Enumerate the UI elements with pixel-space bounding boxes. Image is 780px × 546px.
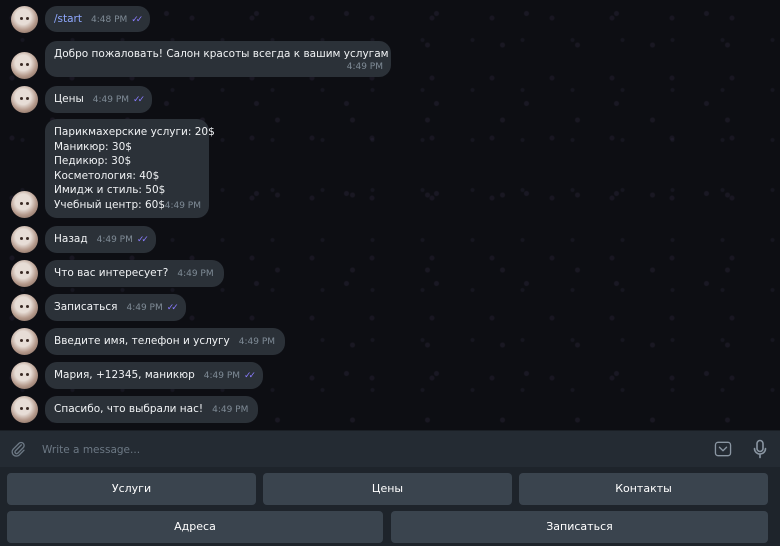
read-check-icon: ✓✓ — [136, 235, 149, 245]
message-time: 4:49 PM — [92, 95, 130, 105]
bot-avatar[interactable] — [11, 191, 38, 218]
message-text: Что вас интересует? — [54, 267, 169, 279]
microphone-icon[interactable] — [752, 439, 768, 459]
price-line: Маникюр: 30$ — [54, 140, 132, 153]
message-meta: 4:48 PM ✓✓ — [91, 13, 143, 28]
message-meta: 4:49 PM ✓✓ — [96, 233, 149, 248]
message-text: Назад — [54, 233, 88, 245]
message-time: 4:49 PM — [126, 303, 163, 313]
keyboard-button-services[interactable]: Услуги — [7, 473, 256, 505]
message-time: 4:49 PM — [203, 371, 241, 381]
message-bubble[interactable]: Цены 4:49 PM ✓✓ — [45, 86, 153, 113]
keyboard-button-prices[interactable]: Цены — [263, 473, 512, 505]
bot-avatar[interactable] — [11, 396, 38, 423]
message-text: Спасибо, что выбрали нас! — [54, 403, 204, 415]
bot-avatar[interactable] — [11, 328, 38, 355]
user-avatar[interactable] — [11, 226, 38, 253]
message-text: Цены — [54, 93, 84, 105]
read-check-icon: ✓✓ — [131, 15, 143, 25]
message-time: 4:49 PM — [212, 405, 249, 415]
keyboard-button-contacts[interactable]: Контакты — [519, 473, 768, 505]
bot-avatar[interactable] — [11, 260, 38, 287]
price-list-message[interactable]: Парикмахерские услуги: 20$ Маникюр: 30$ … — [45, 119, 215, 218]
chat-history[interactable]: /start 4:48 PM ✓✓ Добро пожаловать! Салон … — [0, 0, 780, 430]
message-time: 4:49 PM — [346, 61, 383, 72]
message-bubble[interactable]: Спасибо, что выбрали нас! 4:49 PM — [45, 396, 259, 423]
user-avatar[interactable] — [11, 86, 38, 113]
message-time: 4:49 PM — [177, 269, 214, 279]
message-bubble[interactable]: Что вас интересует? 4:49 PM — [45, 260, 224, 287]
price-line: Парикмахерские услуги: 20$ — [54, 126, 215, 138]
bot-reply-keyboard: Услуги Цены Контакты Адреса Записаться — [0, 467, 780, 546]
read-check-icon: ✓✓ — [244, 371, 256, 381]
message-bubble[interactable]: Добро пожаловать! Салон красоты всегда к… — [45, 41, 391, 77]
message-time: 4:49 PM — [164, 200, 201, 211]
bot-avatar[interactable] — [11, 52, 38, 79]
message-bubble[interactable]: Мария, +12345, маникюр 4:49 PM ✓✓ — [45, 362, 264, 389]
bot-command-link[interactable]: /start — [54, 13, 82, 25]
message-text: Записаться — [54, 301, 118, 313]
user-avatar[interactable] — [11, 294, 38, 321]
message-bubble[interactable]: Назад 4:49 PM ✓✓ — [45, 226, 156, 253]
bot-keyboard-icon[interactable] — [714, 441, 732, 457]
message-bubble[interactable]: Записаться 4:49 PM ✓✓ — [45, 294, 186, 321]
keyboard-button-addresses[interactable]: Адреса — [7, 511, 383, 543]
message-text: Введите имя, телефон и услугу — [54, 335, 230, 347]
keyboard-button-book[interactable]: Записаться — [391, 511, 768, 543]
read-check-icon: ✓✓ — [166, 303, 179, 313]
user-avatar[interactable] — [11, 6, 38, 33]
message-bubble[interactable]: /start 4:48 PM ✓✓ — [45, 6, 151, 32]
message-time: 4:49 PM — [96, 235, 133, 245]
message-meta: 4:49 PM ✓✓ — [92, 93, 145, 108]
paperclip-icon[interactable] — [9, 440, 27, 458]
message-input[interactable] — [40, 440, 704, 460]
message-meta: 4:49 PM ✓✓ — [126, 301, 179, 316]
price-line: Имидж и стиль: 50$ — [54, 184, 166, 196]
message-time: 4:48 PM — [91, 15, 128, 25]
message-meta: 4:49 PM ✓✓ — [203, 369, 256, 384]
price-line: Педикюр: 30$ — [54, 155, 132, 167]
user-avatar[interactable] — [11, 362, 38, 389]
message-time: 4:49 PM — [238, 337, 276, 347]
message-bubble[interactable]: Введите имя, телефон и услугу 4:49 PM — [45, 328, 286, 355]
message-composer — [0, 430, 780, 467]
message-text: Добро пожаловать! Салон красоты всегда к… — [54, 48, 389, 60]
message-text: Мария, +12345, маникюр — [54, 369, 195, 381]
read-check-icon: ✓✓ — [133, 95, 145, 105]
price-line: Косметология: 40$ — [54, 169, 160, 182]
